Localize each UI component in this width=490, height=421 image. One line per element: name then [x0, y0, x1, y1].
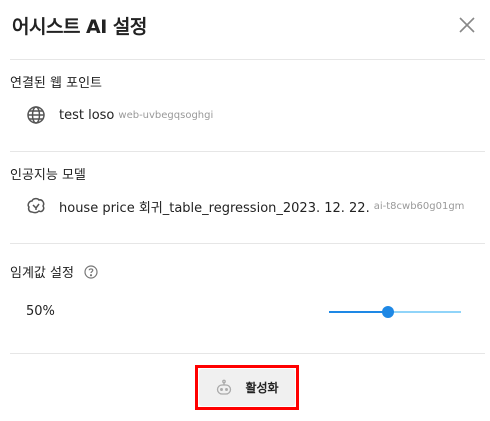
divider	[10, 151, 485, 152]
globe-icon	[27, 106, 45, 124]
divider	[10, 243, 485, 244]
model-name: house price 회귀_table_regression_2023. 12…	[59, 200, 370, 216]
threshold-slider[interactable]	[329, 305, 461, 319]
robot-icon	[217, 379, 232, 395]
threshold-value: 50%	[26, 304, 55, 319]
model-label: 인공지능 모델	[10, 168, 86, 183]
activate-button[interactable]: 활성화	[199, 369, 295, 406]
activate-button-highlight: 활성화	[195, 365, 299, 410]
divider	[10, 353, 485, 354]
model-item: house price 회귀_table_regression_2023. 12…	[26, 196, 464, 216]
endpoint-id: web-uvbegqsoghgi	[118, 109, 214, 121]
endpoint-label: 연결된 웹 포인트	[10, 76, 102, 91]
endpoint-item: test loso web-uvbegqsoghgi	[26, 105, 213, 125]
model-id: ai-t8cwb60g01gm	[373, 200, 465, 212]
close-icon[interactable]	[456, 14, 478, 36]
help-circle-icon[interactable]	[84, 264, 98, 279]
activate-label: 활성화	[245, 381, 279, 395]
slider-fill	[329, 311, 389, 313]
threshold-label: 임계값 설정	[10, 266, 74, 281]
divider	[10, 59, 485, 60]
slider-thumb[interactable]	[382, 306, 395, 318]
endpoint-name: test loso	[59, 107, 115, 123]
dialog-title: 어시스트 AI 설정	[12, 16, 147, 38]
brain-icon	[27, 197, 45, 214]
threshold-header: 임계값 설정	[10, 262, 98, 281]
